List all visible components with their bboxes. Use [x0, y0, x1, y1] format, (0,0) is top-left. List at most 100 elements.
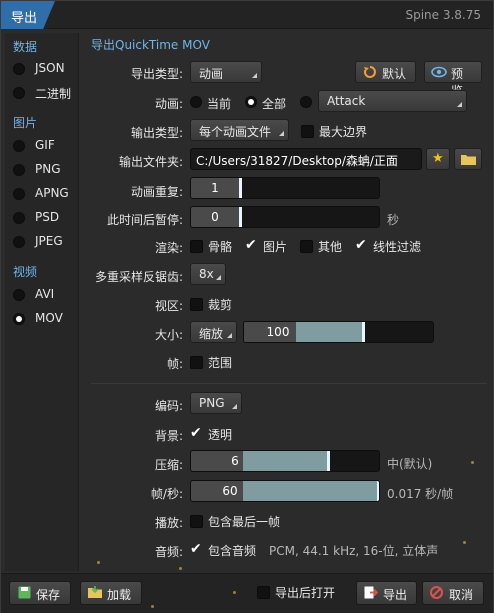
render-linear-filter-checkbox[interactable] — [355, 237, 368, 253]
section-divider — [91, 383, 487, 384]
sparkle-decoration — [471, 461, 474, 464]
radio-gif[interactable] — [13, 140, 25, 152]
output-type-label: 输出类型: — [130, 126, 183, 140]
export-dialog: 导出 Spine 3.8.75 数据 JSON 二进制 图片 GIF PNG A… — [0, 0, 494, 613]
cancel-button[interactable]: 取消 — [422, 581, 484, 605]
radio-psd[interactable] — [13, 212, 25, 224]
cancel-button-label: 取消 — [449, 588, 474, 602]
crop-checkbox[interactable] — [190, 298, 203, 311]
export-type-value: 动画 — [199, 67, 224, 81]
radio-json[interactable] — [13, 63, 25, 75]
export-type-dropdown[interactable]: 动画 — [190, 61, 262, 83]
radio-avi[interactable] — [13, 289, 25, 301]
save-button[interactable]: 保存 — [9, 581, 71, 605]
folder-icon — [461, 153, 476, 168]
pause-knob[interactable] — [239, 207, 242, 227]
cancel-icon — [430, 586, 443, 602]
last-frame-checkbox[interactable] — [190, 515, 203, 528]
codec-dropdown[interactable]: PNG — [190, 392, 242, 414]
render-images-label: 图片 — [263, 240, 288, 254]
version-label: Spine 3.8.75 — [405, 8, 481, 22]
export-button[interactable]: 导出 — [356, 581, 417, 605]
render-others-checkbox[interactable] — [300, 240, 313, 253]
animation-all-radio[interactable] — [245, 96, 257, 108]
repeat-slider[interactable]: 1 — [190, 177, 380, 199]
sparkle-decoration — [97, 561, 100, 564]
radio-binary[interactable] — [13, 87, 25, 99]
sparkle-decoration — [233, 591, 236, 594]
frames-label: 帧: — [166, 357, 183, 371]
size-knob[interactable] — [362, 322, 365, 342]
fps-knob[interactable] — [377, 481, 379, 501]
export-icon — [364, 586, 379, 602]
preview-button[interactable]: 预览 — [424, 61, 482, 98]
compression-knob[interactable] — [327, 451, 330, 471]
pause-after-label: 此时间后暂停: — [106, 213, 183, 227]
animation-dropdown[interactable]: Attack — [318, 90, 467, 112]
format-label: GIF — [35, 138, 55, 152]
load-button-label: 加载 — [107, 588, 132, 602]
export-button-label: 导出 — [383, 588, 408, 602]
sparkle-decoration — [151, 605, 154, 608]
format-label: AVI — [35, 287, 55, 301]
group-video-heading: 视频 — [13, 265, 38, 279]
viewport-label: 视区: — [154, 299, 183, 313]
output-type-dropdown[interactable]: 每个动画文件 — [190, 119, 289, 141]
group-image-heading: 图片 — [13, 116, 38, 130]
output-folder-label: 输出文件夹: — [118, 155, 183, 169]
size-mode-dropdown[interactable]: 缩放 — [190, 321, 237, 343]
render-label: 渲染: — [154, 241, 183, 255]
output-folder-value: C:/Users/31827/Desktop/森蚺/正面 — [196, 154, 398, 168]
fps-label: 帧/秒: — [150, 487, 183, 501]
size-slider[interactable]: 100 — [243, 321, 434, 343]
default-button-label: 默认 — [382, 67, 407, 81]
repeat-value: 1 — [211, 181, 219, 195]
render-bones-label: 骨骼 — [208, 240, 233, 254]
animation-current-radio[interactable] — [190, 96, 202, 108]
sparkle-decoration — [179, 567, 182, 570]
crop-label: 裁剪 — [208, 298, 233, 312]
msaa-dropdown[interactable]: 8x — [190, 263, 226, 285]
radio-apng[interactable] — [13, 188, 25, 200]
reset-icon — [363, 65, 377, 82]
include-audio-checkbox[interactable] — [190, 541, 203, 557]
default-button[interactable]: 默认 — [355, 61, 416, 83]
render-bones-checkbox[interactable] — [190, 240, 203, 253]
transparent-label: 透明 — [208, 428, 233, 442]
compression-value: 6 — [231, 454, 239, 468]
format-label: MOV — [35, 311, 63, 325]
section-title: 导出QuickTime MOV — [91, 38, 210, 52]
size-label: 大小: — [154, 328, 183, 342]
radio-mov[interactable] — [13, 313, 25, 325]
animation-label: 动画: — [154, 97, 183, 111]
animation-current-label: 当前 — [207, 97, 232, 111]
export-type-label: 导出类型: — [130, 67, 183, 81]
include-audio-label: 包含音频 — [208, 544, 257, 558]
codec-label: 编码: — [154, 399, 183, 413]
radio-png[interactable] — [13, 164, 25, 176]
favorite-folder-button[interactable]: ★ — [426, 148, 450, 170]
range-checkbox[interactable] — [190, 356, 203, 369]
browse-folder-button[interactable] — [454, 148, 482, 170]
format-label: PSD — [35, 210, 60, 224]
compression-label: 压缩: — [154, 458, 183, 472]
range-label: 范围 — [208, 356, 233, 370]
transparent-checkbox[interactable] — [190, 425, 203, 441]
fps-slider[interactable]: 60 — [190, 480, 380, 502]
audio-label: 音频: — [154, 545, 183, 559]
repeat-label: 动画重复: — [130, 185, 183, 199]
star-icon: ★ — [432, 151, 444, 166]
output-folder-input[interactable]: C:/Users/31827/Desktop/森蚺/正面 — [190, 148, 422, 170]
radio-jpeg[interactable] — [13, 236, 25, 248]
eye-icon — [431, 66, 447, 81]
repeat-knob[interactable] — [239, 178, 242, 198]
max-bounds-checkbox[interactable] — [301, 125, 314, 138]
render-images-checkbox[interactable] — [245, 237, 258, 253]
open-after-checkbox[interactable] — [257, 586, 270, 599]
background-label: 背景: — [154, 429, 183, 443]
pause-after-slider[interactable]: 0 — [190, 206, 380, 228]
animation-specific-radio[interactable] — [300, 96, 312, 108]
load-button[interactable]: 加载 — [80, 581, 142, 605]
compression-slider[interactable]: 6 — [190, 450, 380, 472]
save-button-label: 保存 — [36, 588, 61, 602]
